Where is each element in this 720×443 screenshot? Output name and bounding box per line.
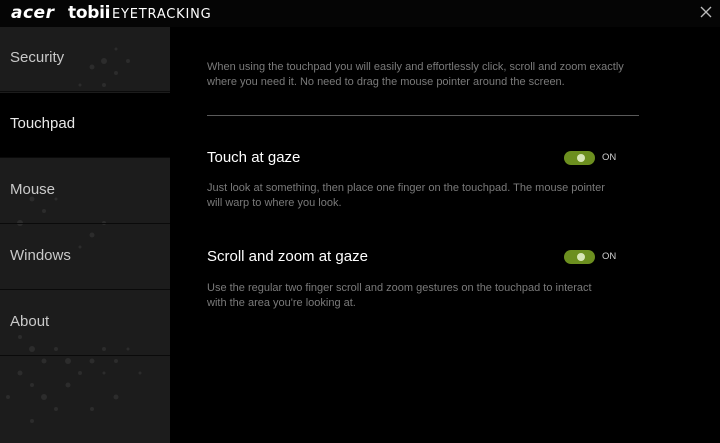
eyetracking-logo-text: EYETRACKING: [112, 7, 212, 22]
intro-text: When using the touchpad you will easily …: [207, 61, 624, 88]
sidebar-item-label: Windows: [10, 247, 71, 264]
touch-at-gaze-title: Touch at gaze: [207, 149, 301, 166]
scroll-zoom-at-gaze-title: Scroll and zoom at gaze: [207, 248, 368, 265]
close-button[interactable]: [698, 4, 714, 20]
divider: [207, 115, 639, 116]
sidebar-item-label: Security: [10, 49, 65, 66]
sidebar-item-windows[interactable]: Windows: [0, 225, 170, 290]
sidebar-item-mouse[interactable]: Mouse: [0, 159, 170, 224]
scroll-zoom-at-gaze-toggle-label: ON: [602, 251, 617, 262]
close-icon: [700, 6, 712, 18]
sidebar-item-label: About: [10, 313, 50, 330]
sidebar-item-label: Mouse: [10, 181, 56, 198]
scroll-zoom-at-gaze-toggle[interactable]: [564, 250, 595, 264]
acer-logo: acer: [11, 3, 55, 23]
sidebar-item-about[interactable]: About: [0, 291, 170, 356]
tobii-logo: tobii: [68, 3, 111, 23]
sidebar: Security Touchpad Mouse Windows About: [0, 27, 170, 443]
title-bar: acer tobii EYETRACKING: [0, 0, 720, 27]
sidebar-item-security[interactable]: Security: [0, 27, 170, 92]
sidebar-item-label: Touchpad: [10, 115, 76, 132]
toggle-knob: [577, 154, 585, 162]
scroll-zoom-at-gaze-description: Use the regular two finger scroll and zo…: [207, 282, 592, 309]
main-content: When using the touchpad you will easily …: [170, 27, 720, 443]
toggle-knob: [577, 253, 585, 261]
touch-at-gaze-toggle-label: ON: [602, 152, 617, 163]
sidebar-item-touchpad[interactable]: Touchpad: [0, 93, 170, 158]
touch-at-gaze-toggle[interactable]: [564, 151, 595, 165]
touch-at-gaze-description: Just look at something, then place one f…: [207, 182, 605, 209]
